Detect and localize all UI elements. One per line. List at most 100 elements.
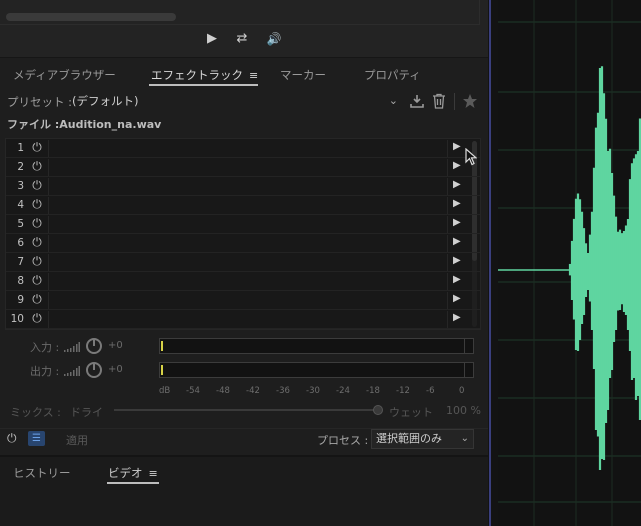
slot-power-button[interactable]: ⏻ <box>30 159 44 173</box>
effect-slot-row[interactable]: 5 ⏻ ▶ <box>6 215 480 234</box>
favorite-button[interactable] <box>461 91 479 111</box>
slot-power-button[interactable]: ⏻ <box>30 178 44 192</box>
effect-slot[interactable] <box>48 273 448 290</box>
horizontal-scrollbar[interactable] <box>6 13 176 21</box>
effect-slot-row[interactable]: 9 ⏻ ▶ <box>6 291 480 310</box>
db-scale-label: -24 <box>336 386 350 396</box>
scroll-divider <box>0 24 480 25</box>
slot-power-button[interactable]: ⏻ <box>30 311 44 325</box>
slot-power-button[interactable]: ⏻ <box>30 197 44 211</box>
slot-number: 8 <box>17 275 24 287</box>
input-gain-knob[interactable] <box>86 338 102 354</box>
power-icon: ⏻ <box>32 292 42 306</box>
effect-slot[interactable] <box>48 254 448 271</box>
slot-power-button[interactable]: ⏻ <box>30 273 44 287</box>
slot-menu-arrow-icon[interactable]: ▶ <box>453 293 461 304</box>
toolbar-separator <box>454 93 455 110</box>
play-button[interactable]: ▶ <box>205 30 219 48</box>
panel-focus-border <box>489 0 491 526</box>
effect-slot[interactable] <box>48 178 448 195</box>
active-tab-indicator <box>107 482 159 484</box>
process-value: 選択範囲のみ <box>376 432 442 445</box>
tab-effects-rack-label: エフェクトラック <box>151 68 243 82</box>
power-icon: ⏻ <box>32 216 42 230</box>
effect-slot-row[interactable]: 8 ⏻ ▶ <box>6 272 480 291</box>
panel-menu-icon[interactable]: ≡ <box>249 69 258 82</box>
effect-slot[interactable] <box>48 292 448 309</box>
slot-menu-arrow-icon[interactable]: ▶ <box>453 312 461 323</box>
tab-markers[interactable]: マーカー <box>280 67 326 83</box>
meter-end <box>464 363 465 377</box>
slot-number: 6 <box>17 237 24 249</box>
volume-icon: 🔊 <box>266 32 282 46</box>
effect-slot-row[interactable]: 3 ⏻ ▶ <box>6 177 480 196</box>
effect-slot[interactable] <box>48 159 448 176</box>
db-scale-label: -36 <box>276 386 290 396</box>
input-label: 入力 : <box>30 341 60 354</box>
tab-media-browser[interactable]: メディアブラウザー <box>13 67 116 83</box>
db-scale-label: 0 <box>459 386 465 396</box>
tab-video[interactable]: ビデオ ≡ <box>108 465 158 481</box>
slot-menu-arrow-icon[interactable]: ▶ <box>453 141 461 152</box>
slot-number: 10 <box>10 313 24 325</box>
transport-bar: ▶ ⇄ 🔊 <box>0 0 488 58</box>
meter-end <box>464 339 465 353</box>
effect-slot-row[interactable]: 7 ⏻ ▶ <box>6 253 480 272</box>
slot-menu-arrow-icon[interactable]: ▶ <box>453 179 461 190</box>
effect-slot[interactable] <box>48 311 448 328</box>
slot-power-button[interactable]: ⏻ <box>30 254 44 268</box>
waveform-graphic <box>498 0 641 526</box>
delete-preset-button[interactable] <box>430 91 448 111</box>
panel-menu-icon[interactable]: ≡ <box>149 467 158 480</box>
effect-slot[interactable] <box>48 216 448 233</box>
show-effects-list-button[interactable]: ☰ <box>28 431 45 446</box>
preset-label: プリセット : <box>7 95 73 109</box>
effect-slot-row[interactable]: 2 ⏻ ▶ <box>6 158 480 177</box>
tab-effects-rack[interactable]: エフェクトラック ≡ <box>151 67 258 83</box>
slot-menu-arrow-icon[interactable]: ▶ <box>453 236 461 247</box>
mix-slider-track[interactable] <box>114 409 376 411</box>
trash-icon <box>433 93 445 109</box>
slot-number: 7 <box>17 256 24 268</box>
slot-menu-arrow-icon[interactable]: ▶ <box>453 217 461 228</box>
mix-slider-handle[interactable] <box>373 405 383 415</box>
db-scale-label: -54 <box>186 386 200 396</box>
slot-number: 3 <box>17 180 24 192</box>
preset-dropdown[interactable]: (デフォルト) ⌄ <box>72 92 402 110</box>
effect-slot[interactable] <box>48 140 448 157</box>
volume-button[interactable]: 🔊 <box>263 30 285 48</box>
rack-power-button[interactable]: ⏻ <box>7 431 17 446</box>
output-level-bars-icon <box>64 366 80 376</box>
effect-slot-row[interactable]: 6 ⏻ ▶ <box>6 234 480 253</box>
slot-power-button[interactable]: ⏻ <box>30 292 44 306</box>
slot-menu-arrow-icon[interactable]: ▶ <box>453 274 461 285</box>
loop-button[interactable]: ⇄ <box>233 30 251 48</box>
tab-properties[interactable]: プロパティ <box>364 67 421 83</box>
tab-history[interactable]: ヒストリー <box>13 465 71 481</box>
process-dropdown[interactable]: 選択範囲のみ ⌄ <box>371 429 474 449</box>
loop-icon: ⇄ <box>236 31 248 46</box>
effect-slot[interactable] <box>48 197 448 214</box>
effect-slot-row[interactable]: 10 ⏻ ▶ <box>6 310 480 329</box>
slot-number: 2 <box>17 161 24 173</box>
output-gain-knob[interactable] <box>86 362 102 378</box>
power-icon: ⏻ <box>32 311 42 325</box>
effects-rack: 1 ⏻ ▶ 2 ⏻ ▶ 3 ⏻ ▶ 4 ⏻ ▶ 5 ⏻ ▶ 6 ⏻ ▶ 7 ⏻ ▶ 8 ⏻ ▶ 9 ⏻ ▶ 10 ⏻ ▶ <box>5 138 481 330</box>
effect-slot-row[interactable]: 1 ⏻ ▶ <box>6 139 480 158</box>
db-scale-label: dB <box>159 386 171 396</box>
slot-menu-arrow-icon[interactable]: ▶ <box>453 255 461 266</box>
slot-power-button[interactable]: ⏻ <box>30 216 44 230</box>
effect-slot-row[interactable]: 4 ⏻ ▶ <box>6 196 480 215</box>
save-preset-button[interactable] <box>408 91 426 111</box>
slot-power-button[interactable]: ⏻ <box>30 140 44 154</box>
panel-divider[interactable] <box>488 0 498 526</box>
power-icon: ⏻ <box>32 273 42 287</box>
power-icon: ⏻ <box>7 431 17 445</box>
effect-slot[interactable] <box>48 235 448 252</box>
slot-power-button[interactable]: ⏻ <box>30 235 44 249</box>
apply-button[interactable]: 適用 <box>66 432 88 448</box>
slot-menu-arrow-icon[interactable]: ▶ <box>453 160 461 171</box>
slot-menu-arrow-icon[interactable]: ▶ <box>453 198 461 209</box>
waveform-view[interactable] <box>498 0 641 526</box>
mix-label: ミックス : <box>10 406 61 419</box>
